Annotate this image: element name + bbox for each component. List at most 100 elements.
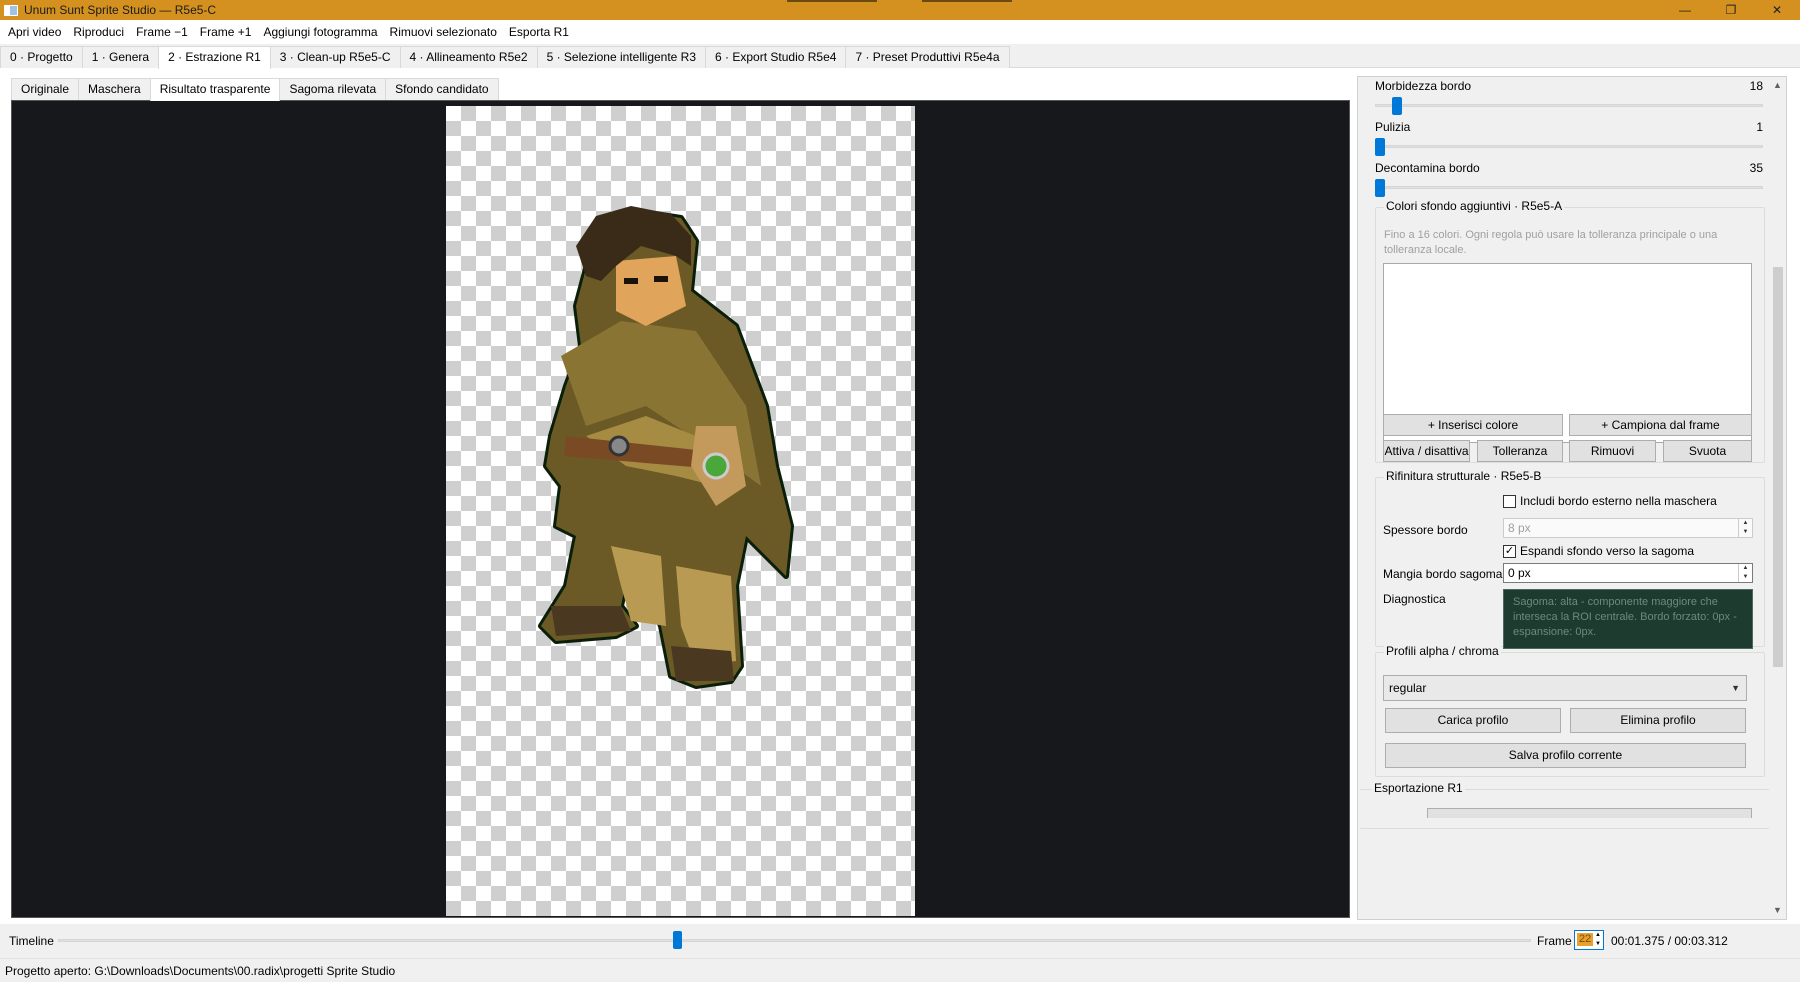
tolerance-button[interactable]: Tolleranza (1477, 440, 1563, 462)
title-accent-right (922, 0, 1012, 2)
view-tab-maschera[interactable]: Maschera (78, 78, 151, 100)
menu-frame-next[interactable]: Frame +1 (194, 20, 258, 44)
export-control-partial[interactable] (1427, 808, 1752, 818)
close-button[interactable]: ✕ (1754, 0, 1800, 20)
extra-colors-group: Colori sfondo aggiuntivi · R5e5-A Fino a… (1375, 199, 1765, 463)
title-accent-left (787, 0, 877, 2)
app-icon (4, 4, 18, 16)
view-tab-sagoma-rilevata[interactable]: Sagoma rilevata (279, 78, 387, 100)
settings-panel: Morbidezza bordo 18 Pulizia 1 Decontamin… (1357, 76, 1787, 920)
tab-preset-produttivi[interactable]: 7 · Preset Produttivi R5e4a (845, 46, 1010, 68)
expand-background-label: Espandi sfondo verso la sagoma (1520, 544, 1695, 558)
spin-arrows-icon[interactable]: ▲ ▼ (1593, 931, 1603, 949)
slider-track[interactable] (1375, 145, 1763, 148)
tab-genera[interactable]: 1 · Genera (81, 46, 160, 68)
frame-label: Frame (1537, 934, 1572, 948)
extra-colors-hint: Fino a 16 colori. Ogni regola può usare … (1384, 229, 1718, 256)
preview-viewport[interactable] (11, 100, 1350, 918)
settings-scrollbar[interactable]: ▲ ▼ (1769, 77, 1786, 919)
scroll-up-icon[interactable]: ▲ (1769, 77, 1786, 94)
menu-export-r1[interactable]: Esporta R1 (503, 20, 575, 44)
slider-track[interactable] (1375, 186, 1763, 189)
frame-spinbox[interactable]: 22 ▲ ▼ (1574, 930, 1604, 950)
slider-value: 1 (1756, 120, 1763, 134)
status-text: Progetto aperto: G:\Downloads\Documents\… (5, 964, 396, 978)
profiles-group: Profili alpha / chroma regular ▼ Carica … (1375, 644, 1765, 777)
menu-open-video[interactable]: Apri video (2, 20, 67, 44)
tab-estrazione[interactable]: 2 · Estrazione R1 (158, 46, 271, 69)
slider-thumb[interactable] (1392, 97, 1402, 115)
include-border-checkbox-row[interactable]: Includi bordo esterno nella maschera (1503, 494, 1717, 508)
expand-background-checkbox[interactable]: ✓ (1503, 544, 1516, 558)
frame-value: 22 (1577, 933, 1594, 946)
toggle-color-button[interactable]: Attiva / disattiva (1383, 440, 1470, 462)
clear-colors-button[interactable]: Svuota (1663, 440, 1752, 462)
eat-border-label: Mangia bordo sagoma (1383, 567, 1503, 581)
tab-progetto[interactable]: 0 · Progetto (0, 46, 83, 68)
view-tab-sfondo-candidato[interactable]: Sfondo candidato (385, 78, 499, 100)
export-r1-group: Esportazione R1 (1360, 781, 1770, 829)
transparent-canvas (446, 106, 915, 916)
load-profile-button[interactable]: Carica profilo (1385, 708, 1561, 733)
scroll-down-icon[interactable]: ▼ (1769, 902, 1786, 919)
tab-selezione-intelligente[interactable]: 5 · Selezione intelligente R3 (536, 46, 707, 68)
view-tab-originale[interactable]: Originale (11, 78, 80, 100)
profile-select[interactable]: regular ▼ (1383, 675, 1747, 701)
include-border-label: Includi bordo esterno nella maschera (1520, 494, 1717, 508)
character-sprite-image (538, 206, 794, 689)
menu-add-frame[interactable]: Aggiungi fotogramma (257, 20, 383, 44)
spin-arrows-icon[interactable]: ▲ ▼ (1738, 519, 1752, 537)
menu-frame-prev[interactable]: Frame −1 (130, 20, 194, 44)
slider-decontamina-bordo[interactable]: Decontamina bordo 35 (1375, 161, 1763, 201)
slider-morbidezza-bordo[interactable]: Morbidezza bordo 18 (1375, 79, 1763, 119)
timeline-label: Timeline (9, 934, 54, 948)
chevron-down-icon: ▼ (1731, 683, 1740, 693)
slider-label: Pulizia (1375, 120, 1411, 134)
thickness-spinbox[interactable]: 8 px ▲ ▼ (1503, 518, 1753, 538)
menu-bar: Apri video Riproduci Frame −1 Frame +1 A… (0, 20, 1800, 44)
profile-selected-value: regular (1389, 681, 1427, 695)
maximize-button[interactable]: ❐ (1708, 0, 1754, 20)
tab-allineamento[interactable]: 4 · Allineamento R5e2 (399, 46, 538, 68)
eat-border-spinbox[interactable]: 0 px ▲ ▼ (1503, 563, 1753, 583)
diagnostic-box: Sagoma: alta - componente maggiore che i… (1503, 589, 1753, 649)
view-tab-bar: Originale Maschera Risultato trasparente… (11, 78, 499, 101)
scrollbar-thumb[interactable] (1773, 267, 1783, 667)
structural-refinement-group: Rifinitura strutturale · R5e5-B Includi … (1375, 469, 1765, 649)
slider-thumb[interactable] (1375, 138, 1385, 156)
include-border-checkbox[interactable] (1503, 494, 1516, 508)
timeline-bar: Timeline Frame 22 ▲ ▼ 00:01.375 / 00:03.3… (0, 924, 1800, 958)
slider-value: 35 (1749, 161, 1763, 175)
tab-clean-up[interactable]: 3 · Clean-up R5e5-C (269, 46, 401, 68)
profiles-title: Profili alpha / chroma (1384, 644, 1501, 658)
remove-color-button[interactable]: Rimuovi (1569, 440, 1656, 462)
delete-profile-button[interactable]: Elimina profilo (1570, 708, 1746, 733)
sample-from-frame-button[interactable]: + Campiona dal frame (1569, 414, 1752, 436)
main-tab-bar: 0 · Progetto 1 · Genera 2 · Estrazione R… (0, 46, 1800, 69)
spin-arrows-icon[interactable]: ▲ ▼ (1738, 564, 1752, 582)
thickness-value: 8 px (1508, 521, 1531, 535)
insert-color-button[interactable]: + Inserisci colore (1383, 414, 1563, 436)
eat-border-value: 0 px (1508, 566, 1531, 580)
time-readout: 00:01.375 / 00:03.312 (1611, 934, 1728, 948)
extra-colors-title: Colori sfondo aggiuntivi · R5e5-A (1384, 199, 1565, 213)
export-r1-title: Esportazione R1 (1372, 781, 1465, 795)
expand-background-checkbox-row[interactable]: ✓ Espandi sfondo verso la sagoma (1503, 544, 1694, 558)
timeline-thumb[interactable] (673, 931, 682, 949)
slider-pulizia[interactable]: Pulizia 1 (1375, 120, 1763, 160)
diagnostic-label: Diagnostica (1383, 592, 1446, 606)
minimize-button[interactable]: — (1662, 0, 1708, 20)
title-bar[interactable]: Unum Sunt Sprite Studio — R5e5-C — ❐ ✕ (0, 0, 1800, 20)
menu-remove-selected[interactable]: Rimuovi selezionato (384, 20, 503, 44)
slider-label: Morbidezza bordo (1375, 79, 1472, 93)
menu-play[interactable]: Riproduci (67, 20, 130, 44)
slider-track[interactable] (1375, 104, 1763, 107)
timeline-track[interactable] (58, 939, 1531, 942)
structural-title: Rifinitura strutturale · R5e5-B (1384, 469, 1544, 483)
window-title: Unum Sunt Sprite Studio — R5e5-C (24, 3, 217, 17)
extraction-page: Originale Maschera Risultato trasparente… (0, 68, 1800, 924)
view-tab-risultato-trasparente[interactable]: Risultato trasparente (149, 78, 281, 101)
tab-export-studio[interactable]: 6 · Export Studio R5e4 (705, 46, 847, 68)
slider-thumb[interactable] (1375, 179, 1385, 197)
save-profile-button[interactable]: Salva profilo corrente (1385, 743, 1746, 768)
